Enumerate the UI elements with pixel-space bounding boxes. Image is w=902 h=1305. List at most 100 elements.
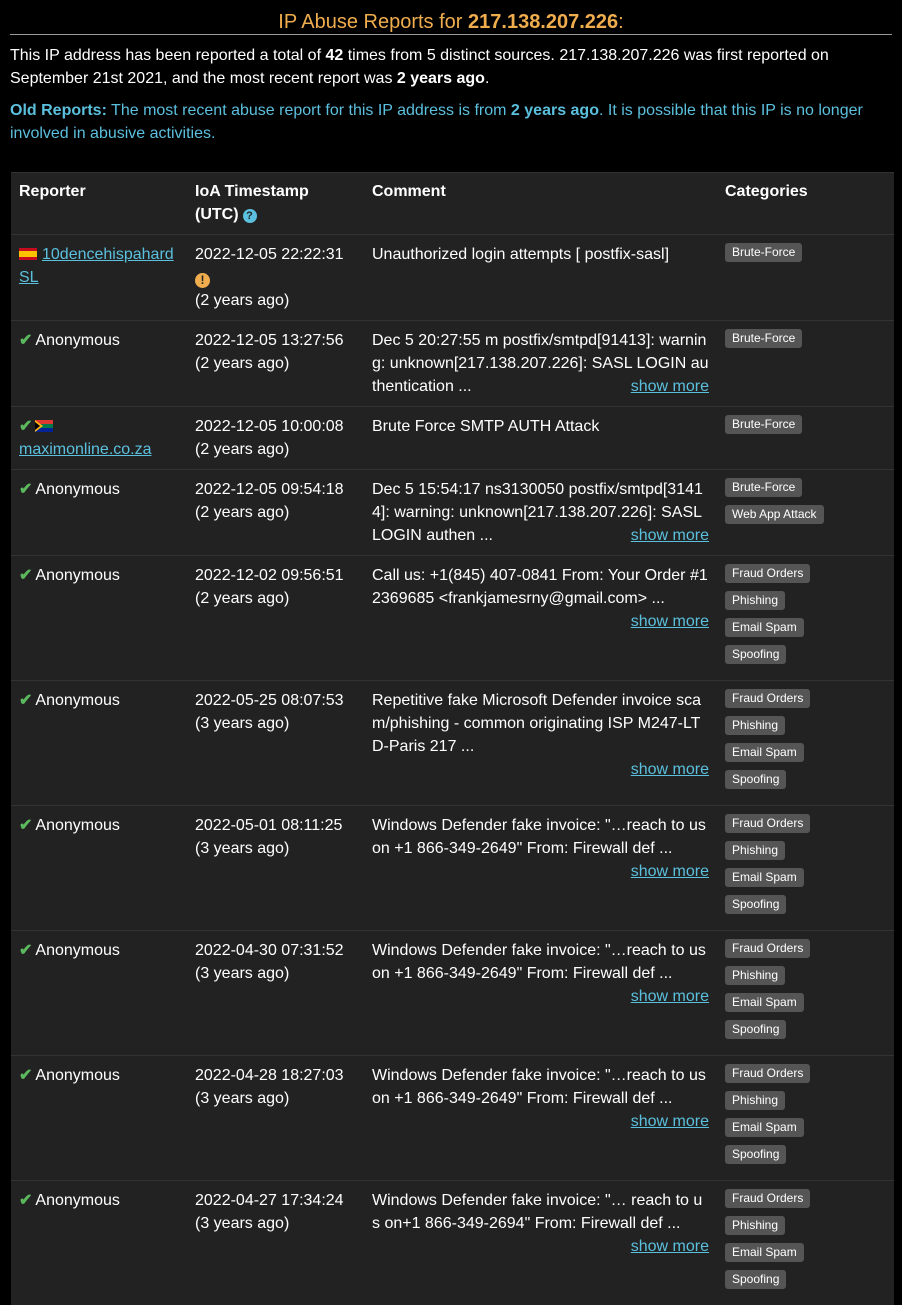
show-more-link[interactable]: show more [631, 375, 709, 398]
category-list: Fraud Orders Phishing Email Spam Spoofing [725, 1189, 886, 1297]
comment-text: Windows Defender fake invoice: "…reach t… [372, 942, 706, 982]
timestamp: 2022-05-01 08:11:25 [195, 814, 356, 837]
timestamp: 2022-12-05 10:00:08 [195, 415, 356, 438]
category-list: Brute-Force [725, 329, 886, 356]
categories-cell: Brute-Force [717, 235, 894, 321]
categories-cell: Brute-Force [717, 321, 894, 407]
table-row: ✔Anonymous2022-12-02 09:56:51(2 years ag… [11, 556, 894, 681]
show-more-link[interactable]: show more [372, 985, 709, 1008]
checkmark-icon: ✔ [19, 481, 32, 498]
reporter-link[interactable]: 10dencehispahard SL [19, 246, 174, 286]
timestamp: 2022-12-05 13:27:56 [195, 329, 356, 352]
category-badge[interactable]: Brute-Force [725, 478, 802, 497]
checkmark-icon: ✔ [19, 692, 32, 709]
reporter-name: Anonymous [35, 1067, 120, 1084]
report-age: (2 years ago) [195, 289, 356, 312]
category-badge[interactable]: Brute-Force [725, 415, 802, 434]
title-suffix: : [618, 11, 624, 33]
flag-za-icon [35, 420, 53, 432]
timestamp-cell: 2022-05-25 08:07:53(3 years ago) [187, 681, 364, 806]
category-badge[interactable]: Email Spam [725, 618, 804, 637]
category-badge[interactable]: Fraud Orders [725, 1064, 810, 1083]
reporter-link[interactable]: maximonline.co.za [19, 441, 152, 458]
category-badge[interactable]: Spoofing [725, 1145, 786, 1164]
category-badge[interactable]: Spoofing [725, 645, 786, 664]
reporter-name: Anonymous [35, 332, 120, 349]
category-list: Fraud Orders Phishing Email Spam Spoofing [725, 689, 886, 797]
report-age: (2 years ago) [195, 501, 356, 524]
report-age: (3 years ago) [195, 962, 356, 985]
comment-cell: Dec 5 20:27:55 m postfix/smtpd[91413]: w… [364, 321, 717, 407]
category-badge[interactable]: Spoofing [725, 1020, 786, 1039]
reporter-cell: 10dencehispahard SL [11, 235, 187, 321]
category-badge[interactable]: Brute-Force [725, 329, 802, 348]
comment-cell: Call us: +1(845) 407-0841 From: Your Ord… [364, 556, 717, 681]
timestamp: 2022-12-05 09:54:18 [195, 478, 356, 501]
category-badge[interactable]: Spoofing [725, 770, 786, 789]
reporter-name: Anonymous [35, 817, 120, 834]
comment-text: Repetitive fake Microsoft Defender invoi… [372, 692, 701, 755]
reporter-name: Anonymous [35, 481, 120, 498]
category-badge[interactable]: Fraud Orders [725, 564, 810, 583]
table-body: 10dencehispahard SL2022-12-05 22:22:31!(… [11, 235, 894, 1305]
table-row: ✔Anonymous2022-04-30 07:31:52(3 years ag… [11, 931, 894, 1056]
reporter-cell: ✔Anonymous [11, 806, 187, 931]
category-badge[interactable]: Brute-Force [725, 243, 802, 262]
checkmark-icon: ✔ [19, 942, 32, 959]
category-badge[interactable]: Phishing [725, 841, 785, 860]
category-badge[interactable]: Web App Attack [725, 505, 824, 524]
category-list: Fraud Orders Phishing Email Spam Spoofing [725, 1064, 886, 1172]
timestamp-cell: 2022-12-02 09:56:51(2 years ago) [187, 556, 364, 681]
ip-address: 217.138.207.226 [468, 11, 618, 33]
category-badge[interactable]: Email Spam [725, 1243, 804, 1262]
checkmark-icon: ✔ [19, 817, 32, 834]
show-more-link[interactable]: show more [631, 524, 709, 547]
category-badge[interactable]: Phishing [725, 591, 785, 610]
show-more-link[interactable]: show more [372, 1235, 709, 1258]
category-badge[interactable]: Phishing [725, 1091, 785, 1110]
category-badge[interactable]: Phishing [725, 716, 785, 735]
old-reports-text: The most recent abuse report for this IP… [107, 102, 511, 119]
category-badge[interactable]: Email Spam [725, 1118, 804, 1137]
category-badge[interactable]: Phishing [725, 966, 785, 985]
category-list: Brute-Force [725, 243, 886, 270]
comment-cell: Repetitive fake Microsoft Defender invoi… [364, 681, 717, 806]
category-badge[interactable]: Email Spam [725, 993, 804, 1012]
report-age: (2 years ago) [195, 352, 356, 375]
show-more-link[interactable]: show more [372, 1110, 709, 1133]
show-more-link[interactable]: show more [372, 860, 709, 883]
table-row: ✔Anonymous 2022-12-05 13:27:56(2 years ag… [11, 321, 894, 407]
timestamp-cell: 2022-04-30 07:31:52(3 years ago) [187, 931, 364, 1056]
reporter-name: Anonymous [35, 567, 120, 584]
show-more-link[interactable]: show more [372, 610, 709, 633]
table-row: ✔Anonymous2022-05-01 08:11:25(3 years ag… [11, 806, 894, 931]
table-row: ✔maximonline.co.za2022-12-05 10:00:08(2 … [11, 407, 894, 470]
category-badge[interactable]: Fraud Orders [725, 939, 810, 958]
category-badge[interactable]: Spoofing [725, 1270, 786, 1289]
category-badge[interactable]: Phishing [725, 1216, 785, 1235]
reporter-cell: ✔Anonymous [11, 681, 187, 806]
categories-cell: Fraud Orders Phishing Email Spam Spoofing [717, 1181, 894, 1305]
category-badge[interactable]: Email Spam [725, 868, 804, 887]
category-list: Fraud Orders Phishing Email Spam Spoofing [725, 814, 886, 922]
reporter-cell: ✔Anonymous [11, 321, 187, 407]
reporter-name: Anonymous [35, 1192, 120, 1209]
warning-icon: ! [195, 273, 210, 288]
categories-cell: Brute-Force Web App Attack [717, 470, 894, 556]
categories-cell: Fraud Orders Phishing Email Spam Spoofing [717, 806, 894, 931]
table-row: ✔Anonymous2022-04-27 17:34:24(3 years ag… [11, 1181, 894, 1305]
warning-row: ! [195, 266, 356, 289]
checkmark-icon: ✔ [19, 1067, 32, 1084]
category-badge[interactable]: Fraud Orders [725, 814, 810, 833]
question-icon[interactable]: ? [243, 209, 257, 223]
category-badge[interactable]: Fraud Orders [725, 1189, 810, 1208]
comment-cell: Windows Defender fake invoice: "… reach … [364, 1181, 717, 1305]
show-more-link[interactable]: show more [372, 758, 709, 781]
category-list: Fraud Orders Phishing Email Spam Spoofing [725, 939, 886, 1047]
category-badge[interactable]: Fraud Orders [725, 689, 810, 708]
comment-cell: Windows Defender fake invoice: "…reach t… [364, 806, 717, 931]
comment-cell: Unauthorized login attempts [ postfix-sa… [364, 235, 717, 321]
table-row: ✔Anonymous2022-04-28 18:27:03(3 years ag… [11, 1056, 894, 1181]
category-badge[interactable]: Email Spam [725, 743, 804, 762]
category-badge[interactable]: Spoofing [725, 895, 786, 914]
